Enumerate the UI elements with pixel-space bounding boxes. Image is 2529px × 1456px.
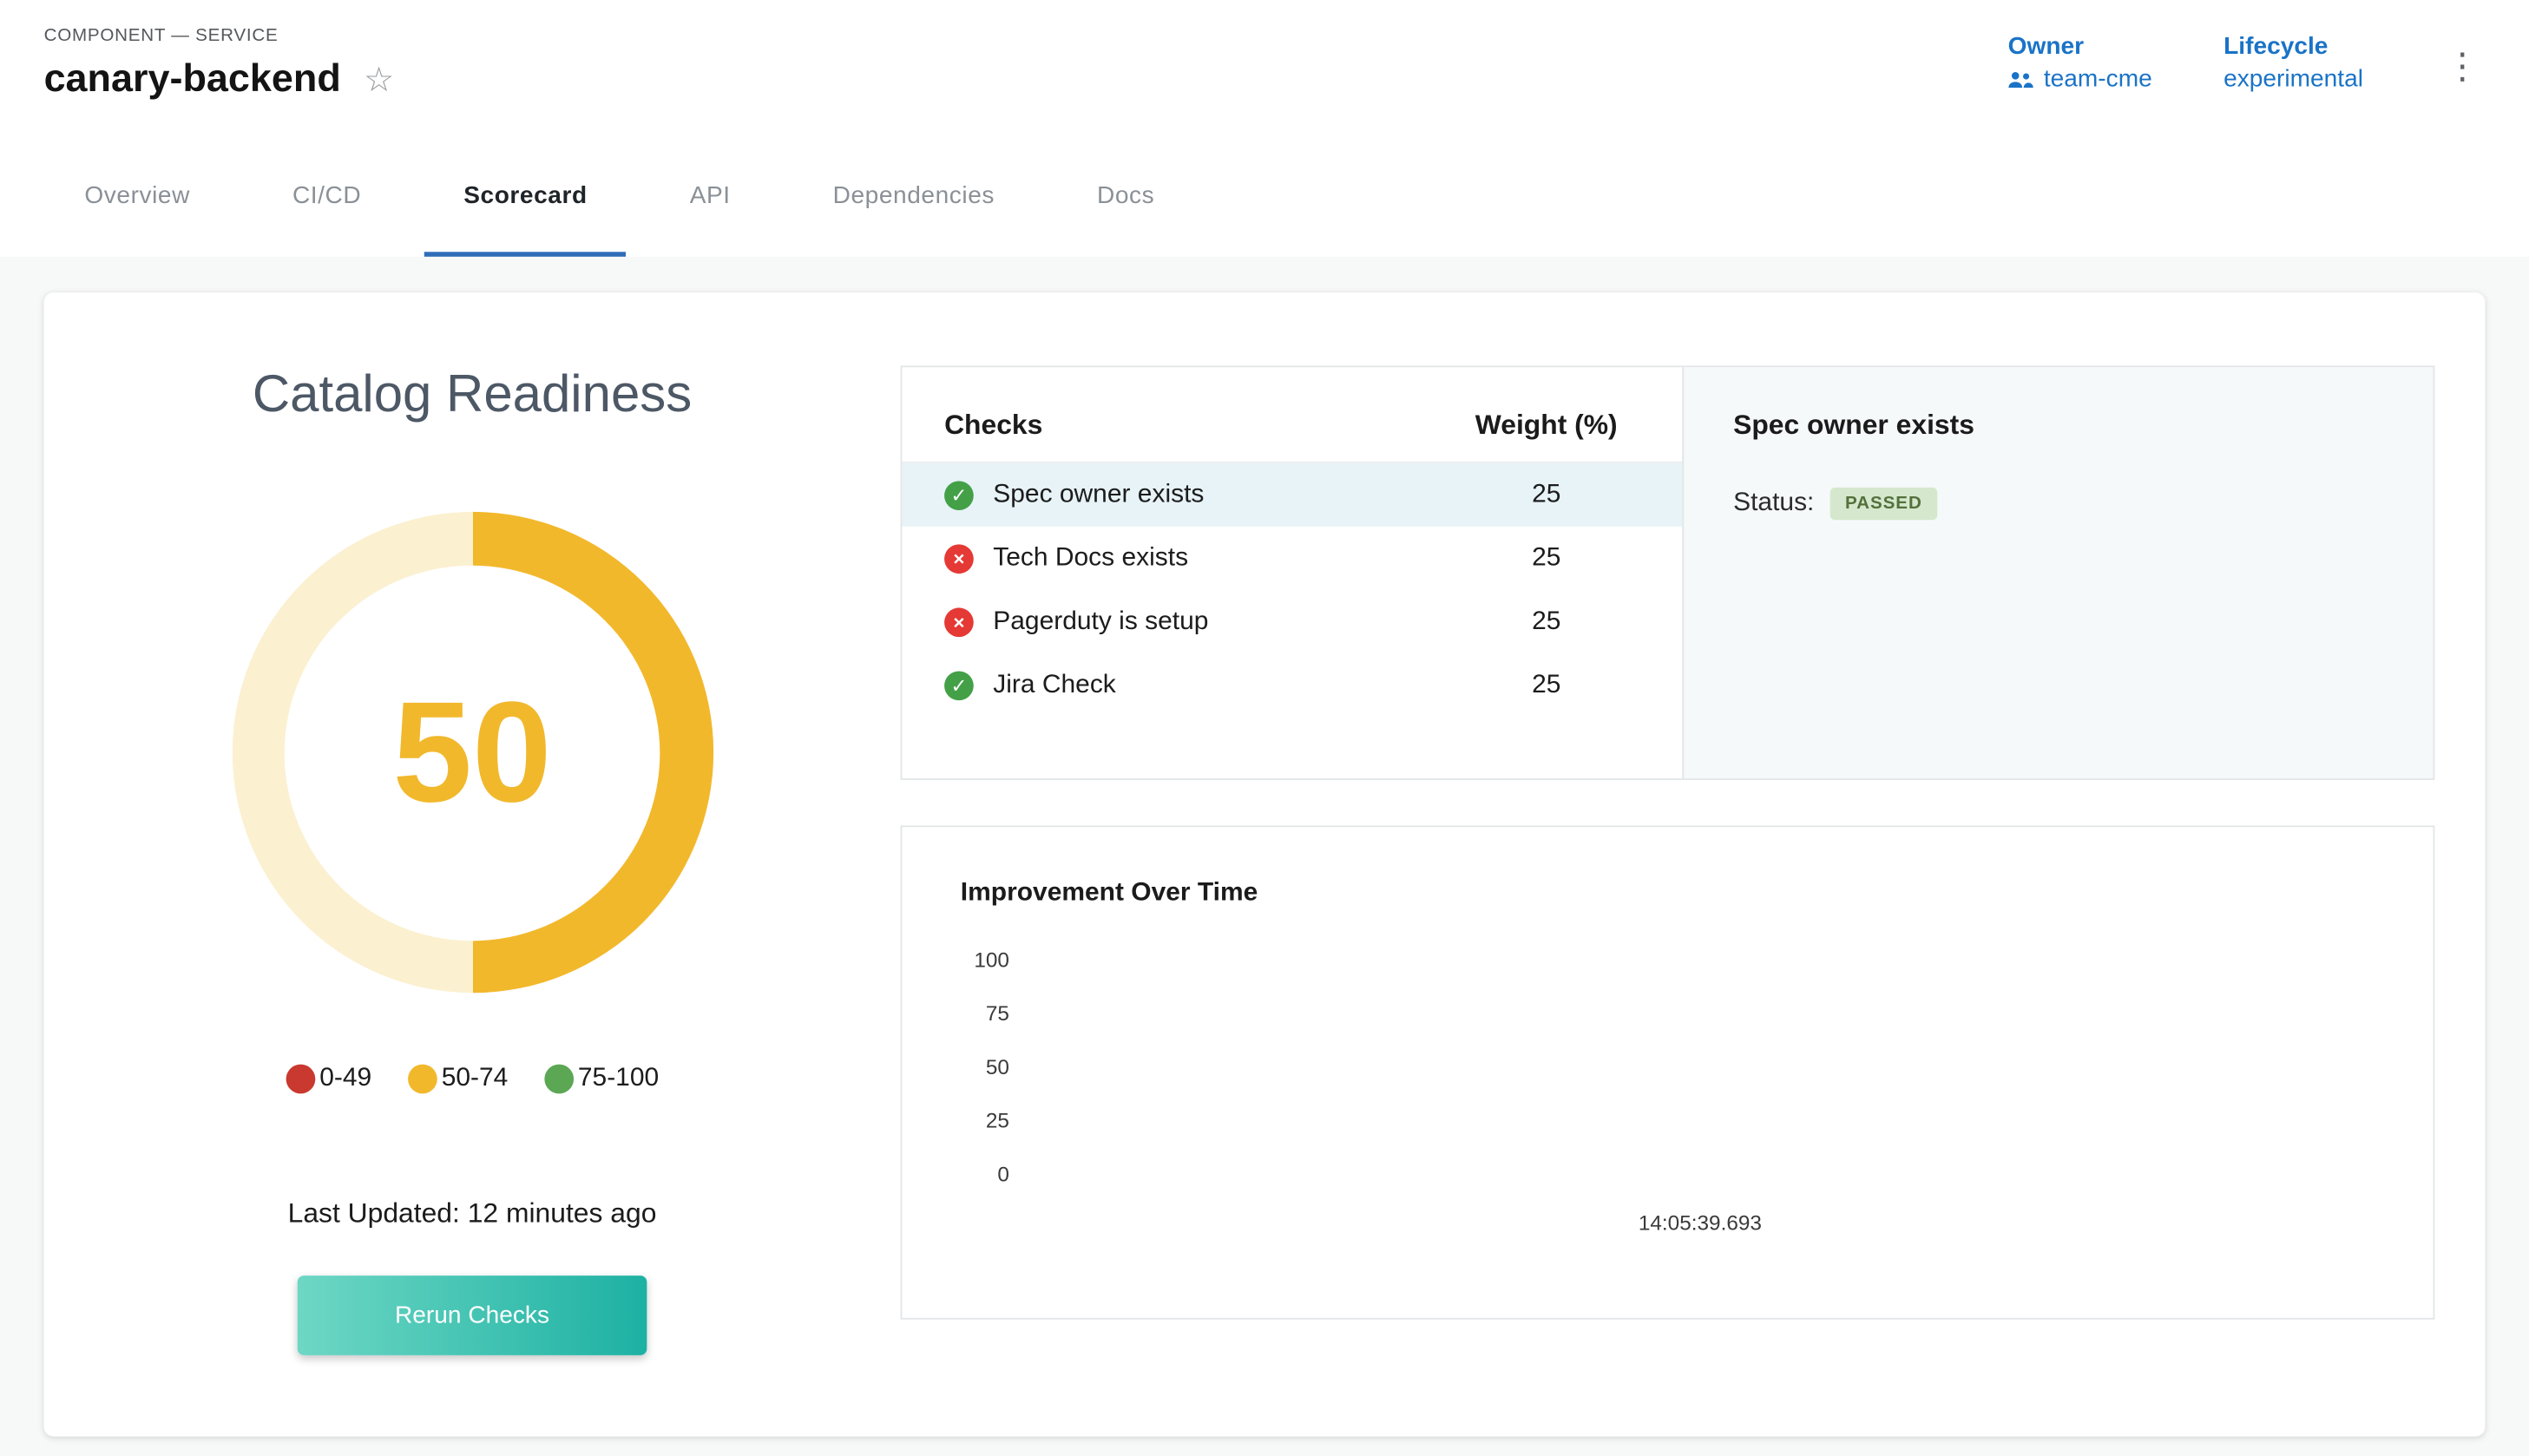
readiness-gauge: 50 (232, 512, 713, 993)
x-axis-tick: 14:05:39.693 (1639, 1210, 1762, 1235)
legend-item: 50-74 (407, 1065, 508, 1094)
entity-tabs: OverviewCI/CDScorecardAPIDependenciesDoc… (0, 140, 2529, 257)
checks-rows: ✓Spec owner exists25×Tech Docs exists25×… (902, 462, 1683, 717)
chart-title: Improvement Over Time (961, 879, 2434, 908)
check-detail-panel: Spec owner exists Status: PASSED (1683, 367, 2433, 778)
tab-docs[interactable]: Docs (1058, 140, 1193, 257)
y-axis-tick: 25 (961, 1105, 1009, 1137)
check-weight: 25 (1448, 607, 1644, 636)
check-passed-icon: ✓ (944, 671, 974, 700)
entity-header: COMPONENT — SERVICE canary-backend ☆ Own… (0, 0, 2529, 140)
tab-dependencies[interactable]: Dependencies (794, 140, 1034, 257)
check-weight: 25 (1448, 543, 1644, 573)
checks-table: Checks Weight (%) ✓Spec owner exists25×T… (902, 367, 1683, 778)
check-row[interactable]: × Pagerduty is setup25 (902, 590, 1683, 653)
chart-y-axis: 100 75 50 25 0 (961, 944, 2434, 1212)
check-weight: 25 (1448, 671, 1644, 700)
check-failed-icon: × (944, 543, 974, 573)
status-label: Status: (1733, 489, 1814, 519)
rerun-checks-button[interactable]: Rerun Checks (298, 1276, 647, 1355)
legend-item: 0-49 (286, 1065, 371, 1094)
check-name: Spec owner exists (993, 480, 1448, 509)
favorite-star-icon[interactable]: ☆ (364, 62, 394, 96)
lifecycle-value: experimental (2224, 65, 2363, 93)
y-axis-tick: 75 (961, 998, 1009, 1030)
lifecycle-label: Lifecycle (2224, 32, 2363, 60)
page-title: canary-backend (44, 57, 341, 102)
check-name: Jira Check (993, 671, 1448, 700)
improvement-chart-panel: Improvement Over Time 100 75 50 25 0 14:05:3… (901, 825, 2435, 1319)
tab-ci-cd[interactable]: CI/CD (253, 140, 400, 257)
entity-about-cluster: Owner team-cme Lifecycle experimen (2008, 26, 2490, 93)
checks-and-chart: Checks Weight (%) ✓Spec owner exists25×T… (901, 292, 2486, 1436)
gauge-legend: 0-49 50-74 75-100 (286, 1065, 659, 1094)
check-row[interactable]: ✓ Jira Check25 (902, 653, 1683, 717)
owner-value: team-cme (2044, 65, 2152, 93)
last-updated-text: Last Updated: 12 minutes ago (288, 1197, 657, 1230)
check-name: Pagerduty is setup (993, 607, 1448, 636)
page: COMPONENT — SERVICE canary-backend ☆ Own… (0, 0, 2529, 1456)
check-weight: 25 (1448, 480, 1644, 509)
check-name: Tech Docs exists (993, 543, 1448, 573)
owner-link[interactable]: team-cme (2008, 65, 2152, 93)
check-passed-icon: ✓ (944, 480, 974, 509)
group-icon (2008, 69, 2034, 89)
status-badge: PASSED (1830, 488, 1937, 520)
legend-dot-icon (407, 1065, 437, 1094)
y-axis-tick: 0 (961, 1158, 1009, 1190)
tab-overview[interactable]: Overview (45, 140, 228, 257)
check-row[interactable]: × Tech Docs exists25 (902, 527, 1683, 590)
entity-kind-breadcrumb: COMPONENT — SERVICE (44, 26, 395, 45)
gauge-inner: 50 (285, 565, 660, 941)
legend-dot-icon (544, 1065, 574, 1094)
weight-column-header: Weight (%) (1448, 410, 1644, 442)
legend-item: 75-100 (544, 1065, 660, 1094)
checks-column-header: Checks (944, 410, 1448, 442)
check-row[interactable]: ✓ Spec owner exists25 (902, 463, 1683, 527)
check-failed-icon: × (944, 607, 974, 636)
lifecycle-block: Lifecycle experimental (2224, 32, 2363, 92)
gauge-score: 50 (392, 670, 551, 836)
y-axis-tick: 50 (961, 1052, 1009, 1084)
checks-panel: Checks Weight (%) ✓Spec owner exists25×T… (901, 365, 2435, 780)
legend-dot-icon (286, 1065, 315, 1094)
check-status-row: Status: PASSED (1733, 488, 2384, 520)
content-area: Catalog Readiness 50 0-49 50-74 75-100 Las… (0, 257, 2529, 1456)
scorecard-title: Catalog Readiness (253, 364, 692, 423)
kebab-menu-icon[interactable]: ⋮ (2434, 43, 2490, 91)
check-detail-title: Spec owner exists (1733, 410, 2384, 442)
checks-table-header: Checks Weight (%) (902, 400, 1683, 462)
entity-header-left: COMPONENT — SERVICE canary-backend ☆ (44, 26, 395, 102)
tab-api[interactable]: API (651, 140, 770, 257)
y-axis-tick: 100 (961, 944, 1009, 976)
scorecard-card: Catalog Readiness 50 0-49 50-74 75-100 Las… (44, 292, 2486, 1436)
owner-label: Owner (2008, 32, 2152, 60)
owner-block: Owner team-cme (2008, 32, 2152, 92)
tab-scorecard[interactable]: Scorecard (424, 140, 626, 257)
readiness-section: Catalog Readiness 50 0-49 50-74 75-100 Las… (44, 292, 901, 1436)
